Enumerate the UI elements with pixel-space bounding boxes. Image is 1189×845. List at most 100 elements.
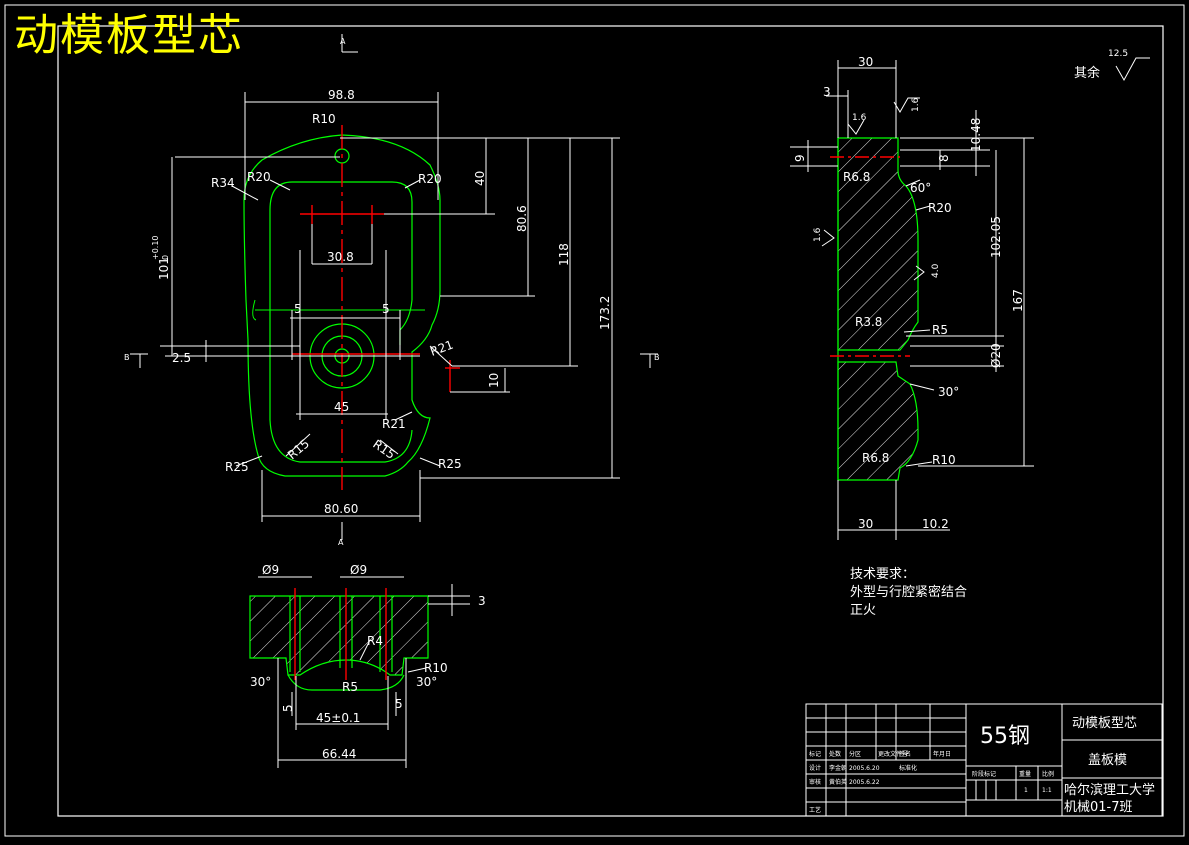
rough-4-0: 4.0 bbox=[931, 263, 941, 278]
dim-60-angle: 60° bbox=[910, 181, 931, 195]
dim-r15-right: R15 bbox=[370, 437, 397, 462]
dim-r34: R34 bbox=[211, 176, 235, 190]
drawing-heading: 动模板型芯 bbox=[14, 10, 244, 61]
dim-118: 118 bbox=[557, 243, 571, 266]
dim-5-left-bottom: 5 bbox=[281, 704, 295, 712]
dim-98-8: 98.8 bbox=[328, 88, 355, 102]
drawing-canvas: A A B B 98.8 R10 R34 R20 R20 40 80.6 118… bbox=[4, 4, 1185, 837]
tb-header-5: 签名 bbox=[899, 750, 911, 758]
dim-30-bottom: 30 bbox=[858, 517, 873, 531]
dim-167: 167 bbox=[1011, 289, 1025, 312]
front-parting-line bbox=[252, 299, 425, 321]
drawing-sheet: A A B B 98.8 R10 R34 R20 R20 40 80.6 118… bbox=[0, 0, 1189, 841]
dim-45-tol: 45±0.1 bbox=[316, 711, 360, 725]
dim-dia20: Ø20 bbox=[989, 343, 1003, 368]
dim-r20-right: R20 bbox=[418, 172, 442, 186]
title-block: 标记 处数 分区 更改文件号 签名 年月日 设计 李金朝 2005.6.20 标… bbox=[805, 703, 1163, 817]
dim-dia9-right: Ø9 bbox=[350, 563, 367, 577]
dim-r3-8: R3.8 bbox=[855, 315, 882, 329]
dim-r10: R10 bbox=[424, 661, 448, 675]
section-label-left: B bbox=[124, 353, 130, 362]
tb-design-label: 设计 bbox=[809, 764, 821, 772]
dim-101-upper-tol: +0.10 bbox=[151, 235, 160, 260]
tb-header-2: 处数 bbox=[829, 750, 841, 758]
outer-border bbox=[4, 4, 1185, 837]
dim-3: 3 bbox=[478, 594, 486, 608]
dim-3-side: 3 bbox=[823, 85, 831, 99]
dim-10: 10 bbox=[487, 373, 501, 388]
dim-173-2: 173.2 bbox=[598, 296, 612, 330]
dim-10-2: 10.2 bbox=[922, 517, 949, 531]
frame-border bbox=[57, 25, 1164, 817]
general-roughness-label: 其余 bbox=[1074, 65, 1100, 81]
dim-5-left: 5 bbox=[294, 302, 302, 316]
dim-5-right: 5 bbox=[382, 302, 390, 316]
rough-1-6-left: 1.6 bbox=[813, 227, 823, 242]
dim-r6-8-top: R6.8 bbox=[843, 170, 870, 184]
tb-design-date: 2005.6.20 bbox=[849, 765, 880, 772]
tb-school: 哈尔滨理工大学 bbox=[1064, 782, 1155, 798]
bottom-hatched-body bbox=[249, 595, 429, 676]
tb-quantity: 1 bbox=[1024, 787, 1028, 794]
dim-r25-left: R25 bbox=[225, 460, 249, 474]
tb-check-label: 审核 bbox=[809, 778, 821, 786]
dim-r21-upper: R21 bbox=[428, 338, 455, 359]
tb-material: 55钢 bbox=[980, 724, 1030, 749]
dim-101-lower-tol: 0 bbox=[161, 255, 170, 260]
roughness-icon-general bbox=[1115, 57, 1150, 82]
tb-part-name: 动模板型芯 bbox=[1072, 716, 1137, 731]
dim-102-05: 102.05 bbox=[989, 216, 1003, 258]
section-label-bottom: A bbox=[338, 538, 344, 547]
dim-r6-8-bottom: R6.8 bbox=[862, 451, 889, 465]
dim-5-right-bottom: 5 bbox=[395, 697, 403, 711]
tb-header-1: 标记 bbox=[809, 750, 821, 758]
dim-66-44: 66.44 bbox=[322, 747, 356, 761]
dim-30-8: 30.8 bbox=[327, 250, 354, 264]
dim-r21-lower: R21 bbox=[382, 417, 406, 431]
dim-r25-right: R25 bbox=[438, 457, 462, 471]
front-section-marks bbox=[130, 34, 658, 540]
tb-class: 机械01-7班 bbox=[1064, 800, 1133, 815]
side-view: 30 3 1.6 1.6 1.6 4.0 9 8 10.48 R6.8 60° … bbox=[790, 49, 1150, 540]
rough-1-6-left-top: 1.6 bbox=[852, 113, 867, 123]
dim-r20-side: R20 bbox=[928, 201, 952, 215]
tb-standard-label: 标准化 bbox=[899, 764, 917, 772]
bottom-view: Ø9 Ø9 3 R4 R5 R10 30° 30° 5 5 45±0.1 66.… bbox=[249, 563, 486, 768]
tb-scale-label: 比例 bbox=[1042, 770, 1054, 778]
tb-weight-label: 重量 bbox=[1019, 770, 1031, 778]
tb-designer: 李金朝 bbox=[829, 764, 847, 772]
tb-header-3: 分区 bbox=[849, 750, 861, 758]
tb-checker: 黄伯英 bbox=[829, 778, 847, 786]
dim-r10-side: R10 bbox=[932, 453, 956, 467]
dim-40: 40 bbox=[473, 171, 487, 186]
dim-30-right: 30° bbox=[416, 675, 437, 689]
dim-45: 45 bbox=[334, 400, 349, 414]
tb-scale: 1:1 bbox=[1042, 787, 1052, 794]
tb-check-date: 2005.6.22 bbox=[849, 779, 880, 786]
section-label-top: A bbox=[340, 37, 346, 46]
dim-9-side: 9 bbox=[793, 154, 807, 162]
dim-dia9-left: Ø9 bbox=[262, 563, 279, 577]
tb-assembly: 盖板模 bbox=[1088, 753, 1127, 768]
dim-r10-top: R10 bbox=[312, 112, 336, 126]
dim-10-48: 10.48 bbox=[969, 118, 983, 152]
roughness-icon-left bbox=[821, 229, 835, 247]
rough-1-6-top: 1.6 bbox=[911, 97, 921, 112]
tb-stage-label: 阶段标记 bbox=[972, 770, 996, 778]
tech-title: 技术要求： bbox=[850, 567, 915, 582]
dim-r4: R4 bbox=[367, 634, 383, 648]
section-label-right: B bbox=[654, 353, 660, 362]
tb-process-label: 工艺 bbox=[809, 806, 821, 814]
dim-30-top: 30 bbox=[858, 55, 873, 69]
general-roughness-value: 12.5 bbox=[1108, 49, 1128, 59]
dim-80-60: 80.60 bbox=[324, 502, 358, 516]
dim-r20-left: R20 bbox=[247, 170, 271, 184]
dim-r5-side: R5 bbox=[932, 323, 948, 337]
front-view: A A B B 98.8 R10 R34 R20 R20 40 80.6 118… bbox=[124, 34, 660, 547]
tb-header-6: 年月日 bbox=[933, 750, 951, 758]
tech-requirements: 技术要求： 外型与行腔紧密结合 正火 bbox=[850, 567, 967, 618]
dim-30-angle: 30° bbox=[938, 385, 959, 399]
dim-8-side: 8 bbox=[937, 154, 951, 162]
tech-line-1: 外型与行腔紧密结合 bbox=[850, 584, 967, 600]
dim-2-5: 2.5 bbox=[172, 351, 191, 365]
